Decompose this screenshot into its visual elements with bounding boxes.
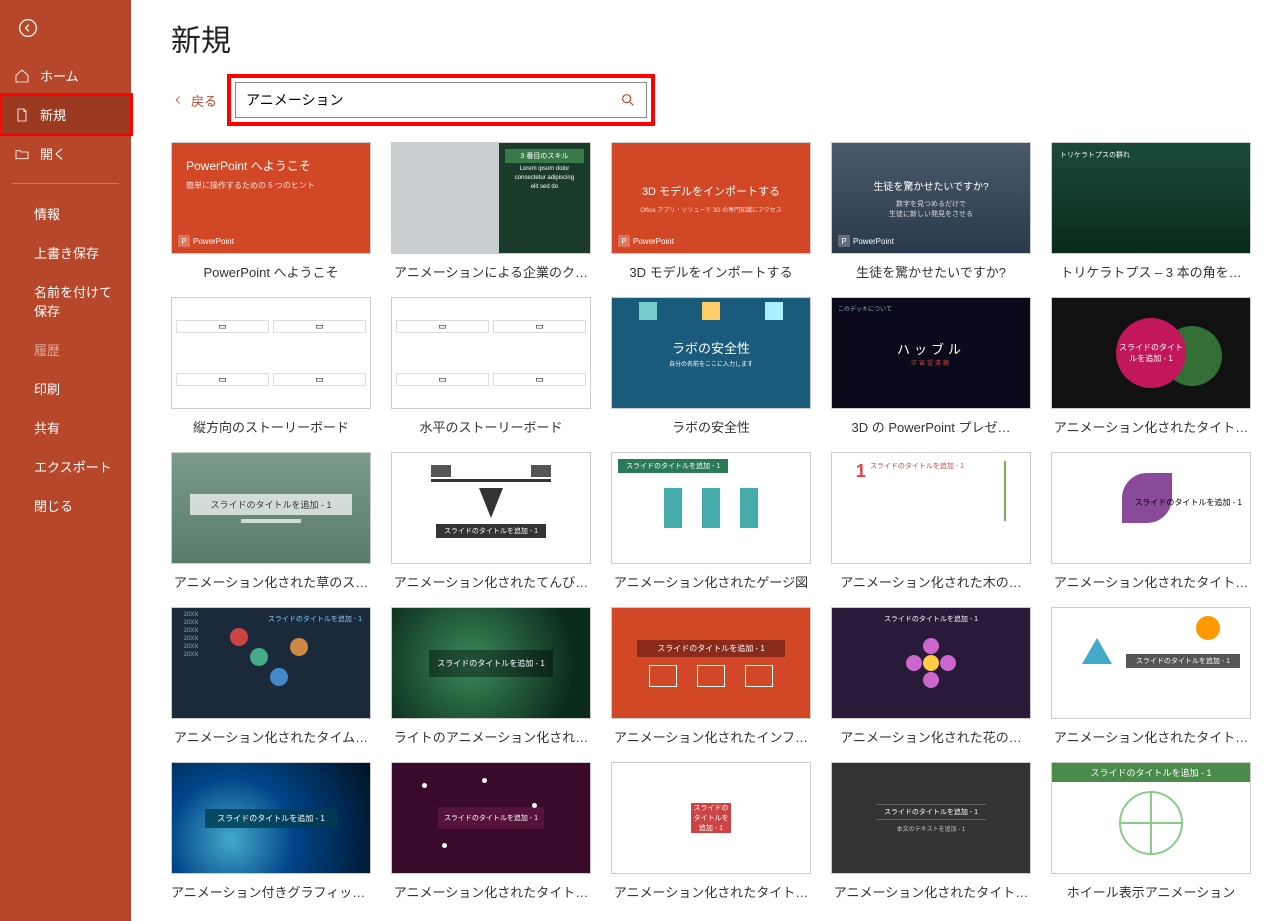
template-label: アニメーション化されたタイト… xyxy=(831,882,1031,901)
template-label: アニメーション化された草のス… xyxy=(171,572,371,591)
nav-open[interactable]: 開く xyxy=(0,134,131,173)
folder-open-icon xyxy=(14,146,30,162)
nav-new[interactable]: 新規 xyxy=(0,95,131,134)
search-highlight xyxy=(231,78,651,122)
nav-info[interactable]: 情報 xyxy=(0,194,131,233)
template-label: トリケラトプス – 3 本の角を… xyxy=(1051,262,1251,281)
nav-open-label: 開く xyxy=(40,144,66,163)
template-card[interactable]: スライドのタイトルを追加 - 1アニメーション化された花の… xyxy=(831,607,1031,746)
template-label: アニメーション化されたタイト… xyxy=(1051,727,1251,746)
arrow-left-icon xyxy=(171,93,185,107)
template-search-input[interactable] xyxy=(236,92,610,108)
nav-print[interactable]: 印刷 xyxy=(0,369,131,408)
template-card[interactable]: スライドのタイトルを追加 - 1アニメーション化されたタイト… xyxy=(1051,297,1251,436)
search-back-label: 戻る xyxy=(191,91,217,110)
template-label: ホイール表示アニメーション xyxy=(1051,882,1251,901)
template-label: アニメーション化されたタイト… xyxy=(391,882,591,901)
template-label: 3D モデルをインポートする xyxy=(611,262,811,281)
template-label: 3D の PowerPoint プレゼ… xyxy=(831,417,1031,436)
template-label: アニメーション化された木の… xyxy=(831,572,1031,591)
template-card[interactable]: 3 番目のスキルLorem ipsum dolorconsectetur adi… xyxy=(391,142,591,281)
template-card[interactable]: このデッキについてハッブル宇宙望遠鏡3D の PowerPoint プレゼ… xyxy=(831,297,1031,436)
template-card[interactable]: スライドのタイトルを追加 - 1アニメーション付きグラフィック… xyxy=(171,762,371,901)
home-icon xyxy=(14,68,30,84)
search-back-link[interactable]: 戻る xyxy=(171,91,217,110)
template-label: アニメーション化されたインフ… xyxy=(611,727,811,746)
nav-history[interactable]: 履歴 xyxy=(0,330,131,369)
search-submit-button[interactable] xyxy=(610,83,646,117)
template-card[interactable]: 3D モデルをインポートするOffice アプリ・ソリューで 3D の専門知識に… xyxy=(611,142,811,281)
template-label: アニメーション化された花の… xyxy=(831,727,1031,746)
template-card[interactable]: ▭▭▭▭水平のストーリーボード xyxy=(391,297,591,436)
template-card[interactable]: スライドのタイトルを追加 - 1ライトのアニメーション化され… xyxy=(391,607,591,746)
template-label: アニメーション化されたタイム… xyxy=(171,727,371,746)
template-card[interactable]: スライドのタイトルを追加 - 1ホイール表示アニメーション xyxy=(1051,762,1251,901)
template-card[interactable]: スライドのタイトルを追加 - 1本文のテキストを追加 - 1アニメーション化され… xyxy=(831,762,1031,901)
nav-home[interactable]: ホーム xyxy=(0,56,131,95)
template-label: アニメーション付きグラフィック… xyxy=(171,882,371,901)
template-label: ラボの安全性 xyxy=(611,417,811,436)
template-card[interactable]: スライドのタイトルを追加 - 1アニメーション化されたてんび… xyxy=(391,452,591,591)
search-icon xyxy=(620,92,636,108)
template-card[interactable]: スライドのタイトルを追加 - 1アニメーション化されたタイト… xyxy=(391,762,591,901)
main-panel: 新規 戻る PowerPoint へようこそ簡単に操作するための 5 つのヒント… xyxy=(131,0,1281,921)
back-button[interactable] xyxy=(8,8,48,48)
template-card[interactable]: 20XX20XX20XX20XX20XX20XXスライドのタイトルを追加 - 1… xyxy=(171,607,371,746)
template-card[interactable]: PowerPoint へようこそ簡単に操作するための 5 つのヒントPowerP… xyxy=(171,142,371,281)
template-card[interactable]: ラボの安全性自分の名前をここに入力しますラボの安全性 xyxy=(611,297,811,436)
template-card[interactable]: スライドのタイトルを追加 - 1アニメーション化されたタイト… xyxy=(1051,452,1251,591)
template-label: アニメーションによる企業のク… xyxy=(391,262,591,281)
template-label: アニメーション化されたタイト… xyxy=(1051,417,1251,436)
nav-close[interactable]: 閉じる xyxy=(0,486,131,525)
template-card[interactable]: スライドのタイトルを追加 - 1アニメーション化されたタイト… xyxy=(611,762,811,901)
template-card[interactable]: スライドのタイトルを追加 - 1アニメーション化された草のス… xyxy=(171,452,371,591)
template-label: 生徒を驚かせたいですか? xyxy=(831,262,1031,281)
template-card[interactable]: スライドのタイトルを追加 - 1アニメーション化されたインフ… xyxy=(611,607,811,746)
template-grid: PowerPoint へようこそ簡単に操作するための 5 つのヒントPowerP… xyxy=(171,142,1251,901)
nav-export[interactable]: エクスポート xyxy=(0,447,131,486)
nav-save-as[interactable]: 名前を付けて保存 xyxy=(0,272,131,330)
template-card[interactable]: スライドのタイトルを追加 - 1アニメーション化されたタイト… xyxy=(1051,607,1251,746)
template-card[interactable]: トリケラトプスの群れトリケラトプス – 3 本の角を… xyxy=(1051,142,1251,281)
page-title: 新規 xyxy=(171,16,1251,60)
template-label: アニメーション化されたタイト… xyxy=(1051,572,1251,591)
template-label: 水平のストーリーボード xyxy=(391,417,591,436)
template-label: PowerPoint へようこそ xyxy=(171,262,371,281)
template-card[interactable]: 1スライドのタイトルを追加 - 1アニメーション化された木の… xyxy=(831,452,1031,591)
template-card[interactable]: スライドのタイトルを追加 - 1アニメーション化されたゲージ図 xyxy=(611,452,811,591)
template-card[interactable]: ▭▭▭▭縦方向のストーリーボード xyxy=(171,297,371,436)
nav-save[interactable]: 上書き保存 xyxy=(0,233,131,272)
template-label: アニメーション化されたタイト… xyxy=(611,882,811,901)
template-card[interactable]: 生徒を驚かせたいですか?数字を見つめるだけで生徒に新しい発見をさせるPowerP… xyxy=(831,142,1031,281)
template-label: アニメーション化されたてんび… xyxy=(391,572,591,591)
document-icon xyxy=(14,107,30,123)
template-search-box xyxy=(235,82,647,118)
template-label: 縦方向のストーリーボード xyxy=(171,417,371,436)
template-label: ライトのアニメーション化され… xyxy=(391,727,591,746)
nav-share[interactable]: 共有 xyxy=(0,408,131,447)
nav-new-label: 新規 xyxy=(40,105,66,124)
nav-home-label: ホーム xyxy=(40,66,79,85)
backstage-sidebar: ホーム 新規 開く 情報 上書き保存 名前を付けて保存 履歴 印刷 共有 エクス… xyxy=(0,0,131,921)
template-label: アニメーション化されたゲージ図 xyxy=(611,572,811,591)
